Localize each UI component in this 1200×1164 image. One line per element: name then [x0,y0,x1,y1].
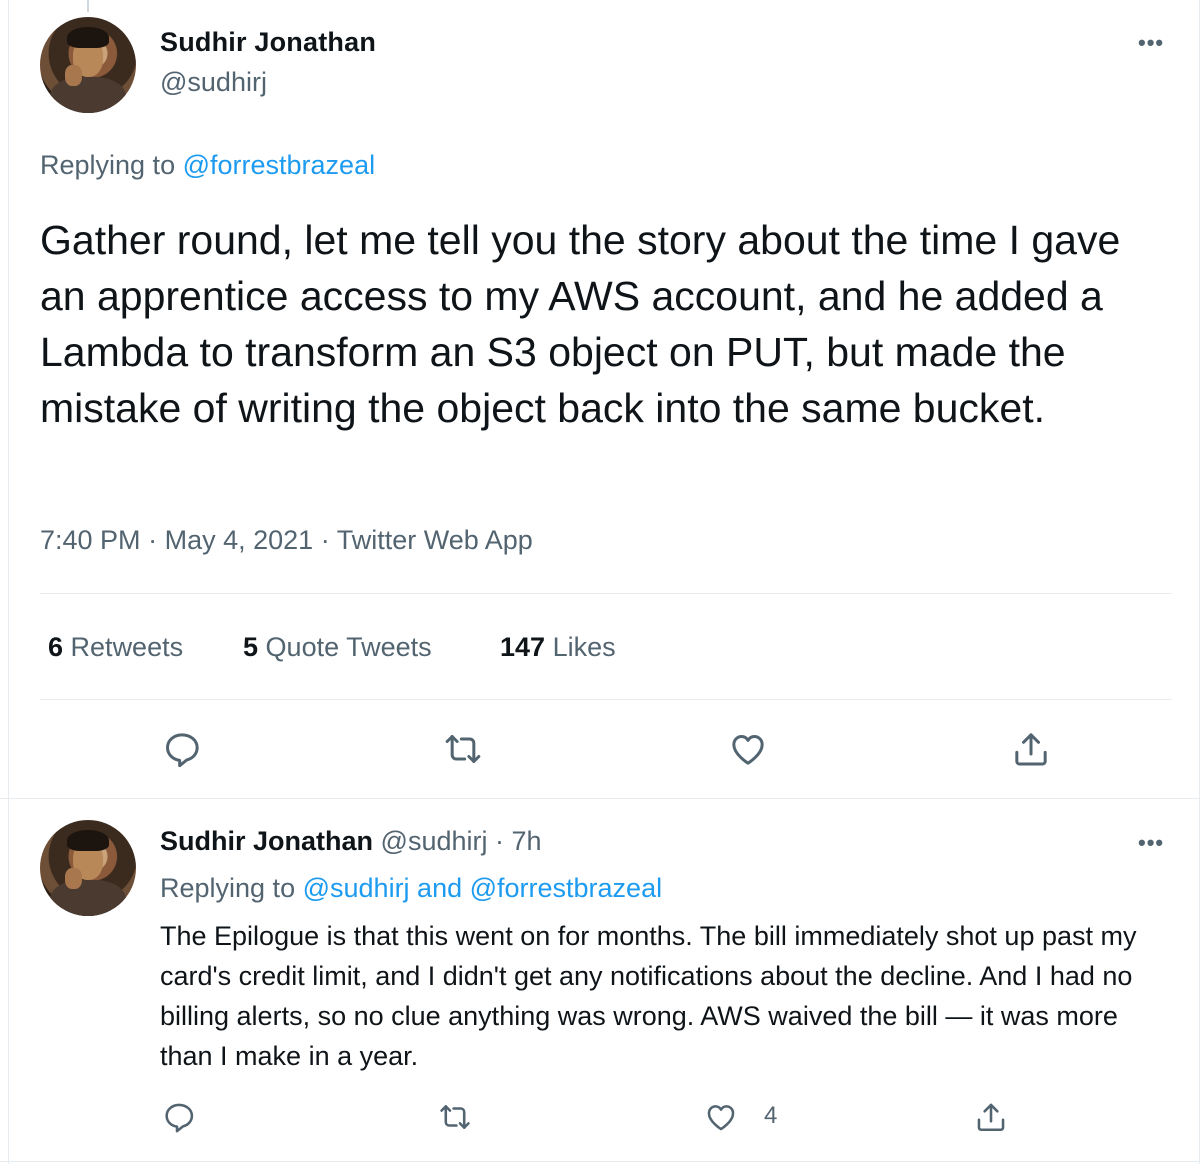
tweet-date-link[interactable]: May 4, 2021 [165,525,314,555]
like-icon[interactable] [704,1100,738,1134]
reply-header: Sudhir Jonathan @sudhirj · 7h [160,826,542,857]
tweet-metadata: 7:40 PM · May 4, 2021 · Twitter Web App [40,525,533,556]
reply-like-count: 4 [764,1102,778,1129]
meta-separator: · [148,525,158,555]
timeline-left-border [0,0,9,1164]
reply-replying-to-handles-link[interactable]: @sudhirj and @forrestbrazeal [303,873,662,903]
thread-connector-line [87,0,89,12]
quote-tweets-label: Quote Tweets [265,632,432,662]
reply-icon[interactable] [162,1100,196,1134]
replying-to-prefix: Replying to [40,150,176,180]
reply-time-link[interactable]: 7h [512,826,542,856]
avatar[interactable] [40,17,136,113]
divider [40,699,1172,700]
tweet-time-link[interactable]: 7:40 PM [40,525,141,555]
divider [40,593,1172,594]
avatar[interactable] [40,820,136,916]
avatar-hand [64,65,83,87]
quote-tweets-stat-link[interactable]: 5 Quote Tweets [243,632,432,663]
reply-icon[interactable] [162,729,202,769]
reply-text: The Epilogue is that this went on for mo… [160,921,1137,1071]
share-icon[interactable] [1011,729,1051,769]
likes-count: 147 [500,632,546,662]
meta-separator: · [320,525,330,555]
author-name[interactable]: Sudhir Jonathan [160,27,376,58]
avatar-hair [66,26,110,48]
replying-to-handle-link[interactable]: @forrestbrazeal [183,150,375,180]
avatar-body [49,76,127,113]
quote-tweets-count: 5 [243,632,259,662]
author-handle[interactable]: @sudhirj [160,67,267,98]
reply-meta-separator: · [495,826,504,856]
replying-to: Replying to @forrestbrazeal [40,150,375,181]
reply-replying-to-prefix: Replying to [160,873,296,903]
avatar-hand [64,868,83,890]
retweets-stat-link[interactable]: 6 Retweets [48,632,183,663]
avatar-hair [66,829,110,851]
tweet-source-link[interactable]: Twitter Web App [337,525,533,555]
reply-replying-to: Replying to @sudhirj and @forrestbrazeal [160,873,662,904]
more-options-icon[interactable]: ••• [1138,30,1164,56]
likes-label: Likes [552,632,616,662]
tweet-text: Gather round, let me tell you the story … [40,217,1121,431]
reply-author-handle[interactable]: @sudhirj [381,826,488,856]
bottom-separator [0,1161,1200,1162]
share-icon[interactable] [974,1100,1008,1134]
avatar-body [49,879,127,916]
likes-stat-link[interactable]: 147 Likes [500,632,616,663]
retweet-icon[interactable] [438,1100,472,1134]
retweets-count: 6 [48,632,64,662]
retweet-icon[interactable] [443,729,483,769]
tweet-separator [0,798,1200,799]
reply-more-options-icon[interactable]: ••• [1138,830,1164,856]
like-icon[interactable] [728,729,768,769]
retweets-label: Retweets [70,632,184,662]
reply-author-name[interactable]: Sudhir Jonathan [160,826,373,856]
